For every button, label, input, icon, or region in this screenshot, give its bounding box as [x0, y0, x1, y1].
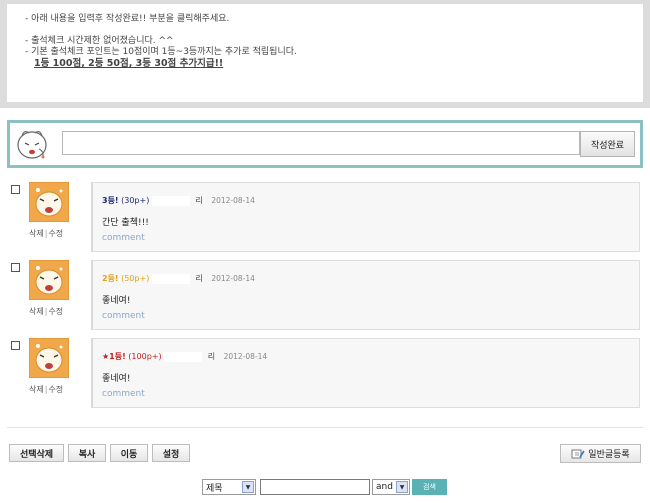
comment-date: 2012-08-14 — [223, 352, 268, 361]
author-mask — [151, 195, 190, 206]
comment-item: 삭제|수정 3등! (30p+) 리 2012-08-14 간단 출첵!!! c… — [0, 182, 650, 254]
comment-bubble: 3등! (30p+) 리 2012-08-14 간단 출첵!!! comment — [91, 182, 640, 252]
comment-text: 좋네여! — [102, 374, 131, 384]
comment-text: 좋네여! — [102, 296, 131, 306]
search-field-value: 제목 — [206, 483, 223, 494]
author-name: 리 — [195, 196, 203, 205]
comment-bubble: 2등! (50p+) 리 2012-08-14 좋네여! comment — [91, 260, 640, 330]
edit-link[interactable]: 수정 — [48, 385, 63, 394]
comment-write-box: 작성완료 — [7, 120, 643, 168]
search-button[interactable]: 검색 — [412, 479, 447, 495]
delete-link[interactable]: 삭제 — [29, 385, 44, 394]
move-button[interactable]: 이동 — [110, 444, 148, 462]
comment-checkbox[interactable] — [11, 185, 20, 194]
comment-header: 2등! (50p+) 리 2012-08-14 — [102, 273, 255, 284]
search-operator-select[interactable]: and ▼ — [372, 479, 410, 495]
write-new-button[interactable]: 일반글등록 — [560, 444, 641, 463]
notice-panel: - 아래 내용을 입력후 작성완료!! 부분을 클릭해주세요. - 출석체크 시… — [0, 0, 650, 108]
chevron-down-icon: ▼ — [242, 481, 254, 493]
delete-link[interactable]: 삭제 — [29, 307, 44, 316]
author-mask — [164, 351, 203, 362]
comment-link[interactable]: comment — [102, 389, 145, 399]
avatar-icon — [29, 338, 69, 378]
notice-line-1: - 아래 내용을 입력후 작성완료!! 부분을 클릭해주세요. — [25, 14, 230, 24]
notice-line-3: - 기본 출석체크 포인트는 10점이며 1등~3등까지는 추가로 적립됩니다. — [25, 47, 297, 57]
delete-selected-button[interactable]: 선택삭제 — [9, 444, 64, 462]
write-new-label: 일반글등록 — [588, 450, 630, 460]
comment-item: 삭제|수정 2등! (50p+) 리 2012-08-14 좋네여! comme… — [0, 260, 650, 332]
edit-links: 삭제|수정 — [29, 307, 64, 316]
author-mask — [151, 273, 190, 284]
comment-checkbox[interactable] — [11, 263, 20, 272]
write-icon — [571, 449, 585, 458]
edit-links: 삭제|수정 — [29, 229, 64, 238]
points-label: (30p+) — [121, 196, 150, 205]
settings-button[interactable]: 설정 — [152, 444, 190, 462]
delete-link[interactable]: 삭제 — [29, 229, 44, 238]
author-name: 리 — [207, 352, 216, 361]
edit-links: 삭제|수정 — [29, 385, 64, 394]
rank-label: 2등! — [102, 274, 119, 283]
search-operator-value: and — [376, 482, 393, 492]
points-label: (100p+) — [128, 352, 162, 361]
notice-content: - 아래 내용을 입력후 작성완료!! 부분을 클릭해주세요. - 출석체크 시… — [7, 4, 643, 102]
edit-link[interactable]: 수정 — [48, 307, 63, 316]
rank-label: ★1등! — [102, 352, 126, 361]
avatar-icon — [29, 260, 69, 300]
points-label: (50p+) — [121, 274, 150, 283]
comment-link[interactable]: comment — [102, 311, 145, 321]
comment-header: 3등! (30p+) 리 2012-08-14 — [102, 195, 255, 206]
comment-item: 삭제|수정 ★1등! (100p+) 리 2012-08-14 좋네여! com… — [0, 338, 650, 410]
rank-label: 3등! — [102, 196, 119, 205]
author-name: 리 — [195, 274, 203, 283]
avatar-icon — [29, 182, 69, 222]
comment-header: ★1등! (100p+) 리 2012-08-14 — [102, 351, 267, 362]
search-field-select[interactable]: 제목 ▼ — [202, 479, 256, 495]
chevron-down-icon: ▼ — [396, 481, 408, 493]
comment-date: 2012-08-14 — [211, 274, 255, 283]
comment-link[interactable]: comment — [102, 233, 145, 243]
copy-button[interactable]: 복사 — [68, 444, 106, 462]
comment-text: 간단 출첵!!! — [102, 218, 149, 228]
notice-line-2: - 출석체크 시간제한 없어졌습니다. ^^ — [25, 36, 174, 46]
search-input[interactable] — [260, 479, 370, 495]
comment-bubble: ★1등! (100p+) 리 2012-08-14 좋네여! comment — [91, 338, 640, 408]
comment-checkbox[interactable] — [11, 341, 20, 350]
divider — [7, 427, 643, 428]
comment-date: 2012-08-14 — [211, 196, 255, 205]
comment-input[interactable] — [62, 131, 580, 155]
submit-button[interactable]: 작성완료 — [580, 131, 635, 157]
notice-bonus: 1등 100점, 2등 50점, 3등 30점 추가지급!! — [34, 58, 224, 69]
mascot-icon — [17, 130, 47, 159]
edit-link[interactable]: 수정 — [48, 229, 63, 238]
